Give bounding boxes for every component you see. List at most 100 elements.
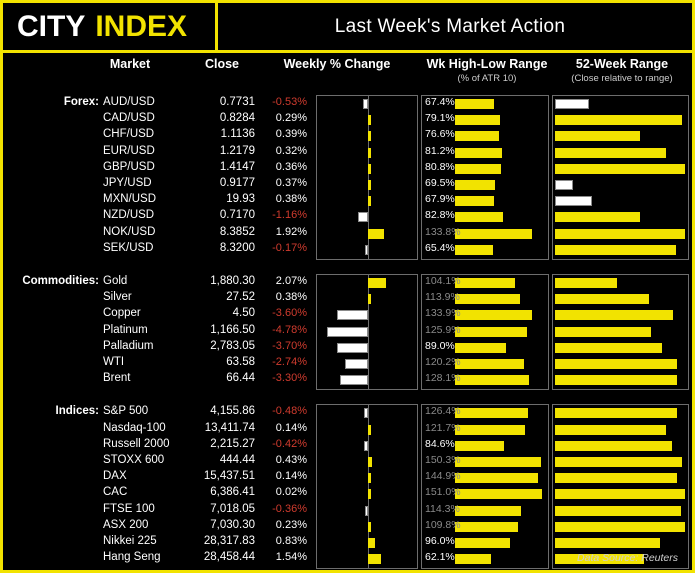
close-value: 6,386.41: [210, 486, 255, 499]
atr-percent-label: 109.8%: [425, 518, 461, 531]
table-row: Copper 4.50 -3.60% 133.9%: [3, 307, 692, 323]
close-value: 444.44: [219, 454, 255, 466]
header-market: Market: [109, 57, 151, 71]
market-name: CHF/USD: [103, 128, 155, 141]
atr-percent-label: 104.1%: [425, 275, 461, 287]
weekly-change-value: -0.48%: [272, 405, 307, 418]
weekly-change-value: 0.32%: [275, 144, 307, 157]
close-value: 8.3852: [219, 225, 255, 238]
table-row: Nasdaq-100 13,411.74 0.14% 121.7%: [3, 422, 692, 438]
table-row: CHF/USD 1.1136 0.39% 76.6%: [3, 128, 692, 144]
close-value: 7,018.05: [210, 502, 255, 515]
market-name: Platinum: [103, 323, 148, 336]
market-name: Nikkei 225: [103, 535, 157, 547]
close-value: 1.4147: [219, 160, 255, 173]
market-name: WTI: [103, 356, 125, 368]
atr-percent-label: 125.9%: [425, 323, 461, 336]
header-close: Close: [204, 57, 240, 71]
close-value: 27.52: [226, 291, 255, 304]
weekly-change-value: 0.23%: [275, 518, 307, 531]
close-value: 7,030.30: [210, 518, 255, 531]
table-row: CAC 6,386.41 0.02% 151.0%: [3, 486, 692, 502]
market-name: Palladium: [103, 339, 154, 352]
atr-percent-label: 128.1%: [425, 372, 461, 385]
weekly-change-value: 0.83%: [275, 535, 307, 547]
atr-percent-label: 113.9%: [425, 291, 460, 304]
atr-percent-label: 67.9%: [425, 193, 455, 206]
market-name: GBP/USD: [103, 160, 155, 173]
atr-percent-label: 81.2%: [425, 144, 455, 157]
weekly-change-value: 0.02%: [275, 486, 307, 499]
data-source-note: Data Source: Reuters: [577, 552, 678, 564]
close-value: 0.7731: [219, 96, 255, 108]
close-value: 0.7170: [219, 209, 255, 222]
table-row: ASX 200 7,030.30 0.23% 109.8%: [3, 519, 692, 535]
weekly-change-value: -0.36%: [272, 502, 307, 515]
table-row: WTI 63.58 -2.74% 120.2%: [3, 356, 692, 372]
weekly-change-value: 0.14%: [275, 421, 307, 434]
weekly-change-value: 0.38%: [275, 291, 307, 304]
weekly-change-value: 0.36%: [275, 160, 307, 173]
close-value: 1,166.50: [210, 323, 255, 336]
market-name: Copper: [103, 307, 141, 320]
weekly-change-value: 0.14%: [275, 470, 307, 483]
atr-percent-label: 133.8%: [425, 225, 461, 238]
market-name: SEK/USD: [103, 241, 154, 254]
weekly-change-value: -3.30%: [272, 372, 307, 385]
atr-percent-label: 151.0%: [425, 486, 461, 499]
table-row: Commodities: Gold 1,880.30 2.07% 104.1%: [3, 275, 692, 291]
table-row: Indices: S&P 500 4,155.86 -0.48% 126.4%: [3, 405, 692, 421]
market-name: MXN/USD: [103, 193, 157, 206]
table-row: MXN/USD 19.93 0.38% 67.9%: [3, 193, 692, 209]
market-name: S&P 500: [103, 405, 149, 418]
market-action-panel: CITY INDEX Last Week's Market Action Mar…: [0, 0, 695, 573]
market-name: CAD/USD: [103, 112, 155, 125]
weekly-change-value: -4.78%: [272, 323, 307, 336]
header-52week-label: 52-Week Range: [575, 57, 669, 71]
table-row: NZD/USD 0.7170 -1.16% 82.8%: [3, 209, 692, 225]
market-name: Gold: [103, 275, 128, 287]
atr-percent-label: 69.5%: [425, 177, 455, 189]
weekly-change-value: -2.74%: [272, 356, 307, 368]
table-row: Forex: AUD/USD 0.7731 -0.53% 67.4%: [3, 96, 692, 112]
market-name: JPY/USD: [103, 177, 152, 189]
close-value: 15,437.51: [203, 470, 255, 483]
weekly-change-value: 0.29%: [275, 112, 307, 125]
market-name: DAX: [103, 470, 127, 483]
atr-percent-label: 84.6%: [425, 437, 455, 450]
market-name: EUR/USD: [103, 144, 155, 157]
weekly-change-value: -3.60%: [272, 307, 307, 320]
table-row: Russell 2000 2,215.27 -0.42% 84.6%: [3, 438, 692, 454]
atr-percent-label: 96.0%: [425, 535, 455, 547]
atr-percent-label: 126.4%: [425, 405, 461, 418]
group-label: Commodities:: [22, 275, 99, 287]
header-hilo-label: Wk High-Low Range: [426, 57, 548, 71]
table-row: Platinum 1,166.50 -4.78% 125.9%: [3, 324, 692, 340]
weekly-change-value: -0.42%: [272, 437, 307, 450]
close-value: 28,458.44: [203, 551, 255, 564]
weekly-change-value: 0.37%: [275, 177, 307, 189]
market-name: AUD/USD: [103, 96, 155, 108]
weekly-change-value: -3.70%: [272, 339, 307, 352]
atr-percent-label: 76.6%: [425, 128, 455, 141]
market-name: Hang Seng: [103, 551, 161, 564]
table-row: Nikkei 225 28,317.83 0.83% 96.0%: [3, 535, 692, 551]
close-value: 1,880.30: [210, 275, 255, 287]
atr-percent-label: 120.2%: [425, 356, 461, 368]
table-row: FTSE 100 7,018.05 -0.36% 114.3%: [3, 503, 692, 519]
column-headers: Market Close Weekly % Change Wk High-Low…: [3, 53, 692, 95]
table-row: Brent 66.44 -3.30% 128.1%: [3, 372, 692, 388]
table-row: STOXX 600 444.44 0.43% 150.3%: [3, 454, 692, 470]
header-hilo-range: Wk High-Low Range (% of ATR 10): [417, 57, 557, 84]
table-row: Silver 27.52 0.38% 113.9%: [3, 291, 692, 307]
table-row: NOK/USD 8.3852 1.92% 133.8%: [3, 226, 692, 242]
market-name: Silver: [103, 291, 132, 304]
weekly-change-value: 0.39%: [275, 128, 307, 141]
market-name: Brent: [103, 372, 131, 385]
atr-percent-label: 121.7%: [425, 421, 461, 434]
close-value: 4.50: [232, 307, 255, 320]
close-value: 13,411.74: [204, 421, 255, 434]
weekly-change-value: 0.38%: [275, 193, 307, 206]
table-row: SEK/USD 8.3200 -0.17% 65.4%: [3, 242, 692, 258]
close-value: 0.8284: [219, 112, 255, 125]
